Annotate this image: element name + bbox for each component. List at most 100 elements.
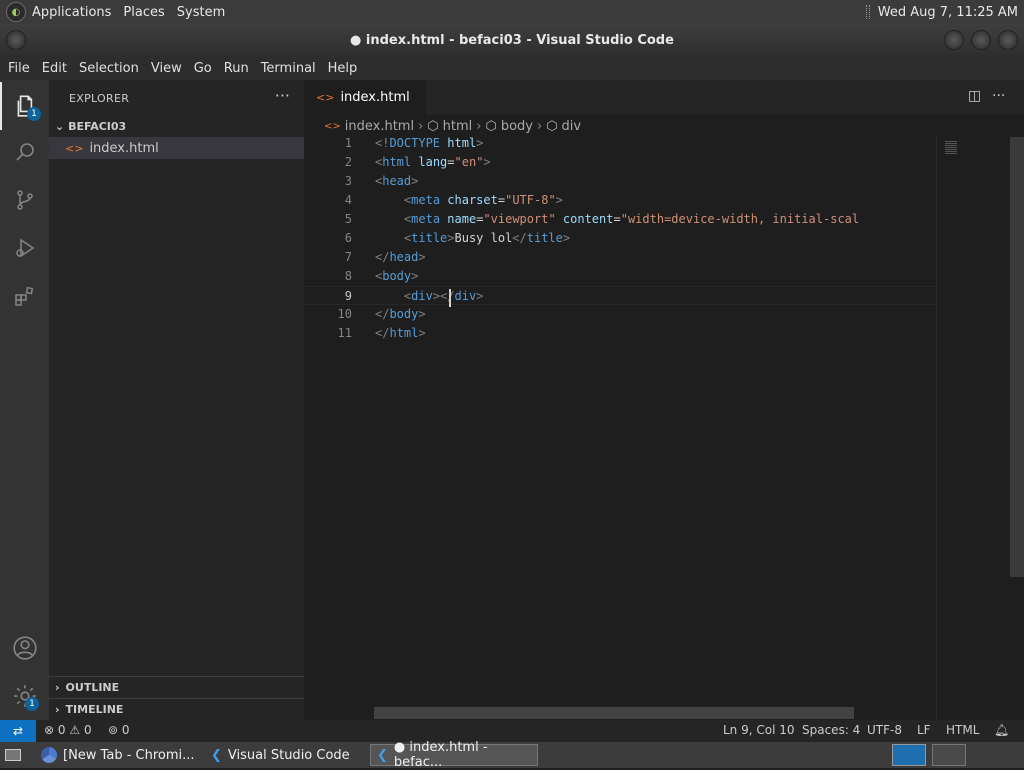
menu-edit[interactable]: Edit	[36, 61, 73, 76]
code-line[interactable]: 2 <html lang="en">	[304, 153, 936, 172]
line-number: 9	[344, 289, 352, 303]
explorer-title: EXPLORER	[69, 92, 130, 105]
line-number: 7	[344, 250, 352, 264]
file-tree-item-label: index.html	[89, 140, 159, 156]
menu-help[interactable]: Help	[322, 61, 364, 76]
system-menu[interactable]: System	[171, 5, 231, 20]
taskbar-item-vscode[interactable]: ❮ Visual Studio Code	[204, 744, 364, 766]
menu-file[interactable]: File	[2, 61, 36, 76]
code-line[interactable]: 3 <head>	[304, 172, 936, 191]
menu-selection[interactable]: Selection	[73, 61, 145, 76]
line-number: 8	[344, 269, 352, 283]
clock[interactable]: Wed Aug 7, 11:25 AM	[878, 5, 1018, 20]
error-count: 0	[57, 723, 66, 737]
file-tree-item[interactable]: <> index.html	[49, 137, 304, 159]
more-actions-icon[interactable]: ···	[992, 88, 1005, 104]
show-desktop-icon[interactable]	[2, 744, 24, 766]
code-line[interactable]: 11 </html>	[304, 324, 936, 343]
warning-count: 0	[83, 723, 92, 737]
workspace-switcher-2[interactable]	[932, 744, 966, 766]
distro-logo-icon[interactable]: ◐	[6, 2, 26, 22]
code-line[interactable]: 10 </body>	[304, 305, 936, 324]
menubar: File Edit Selection View Go Run Terminal…	[0, 56, 1024, 80]
code-editor[interactable]: 1 <!DOCTYPE html> 2 <html lang="en"> 3 <head>…	[304, 134, 1024, 720]
taskbar-item-chromium[interactable]: [New Tab - Chromi...	[34, 744, 200, 766]
run-debug-icon[interactable]	[0, 224, 49, 272]
language-mode[interactable]: HTML	[946, 723, 979, 737]
code-line[interactable]: 6 <title>Busy lol</title>	[304, 229, 936, 248]
code-line[interactable]: 4 <meta charset="UTF-8">	[304, 191, 936, 210]
breadcrumb-item[interactable]: body	[501, 119, 533, 134]
menu-go[interactable]: Go	[188, 61, 218, 76]
vertical-scrollbar[interactable]	[1010, 137, 1024, 577]
status-bar: ⇄ ⊗ 0 ⚠ 0 ⊚ 0 Ln 9, Col 10 Spaces: 4 UTF…	[0, 720, 1024, 742]
places-menu[interactable]: Places	[117, 5, 170, 20]
line-number: 10	[337, 307, 352, 321]
remote-indicator-icon[interactable]: ⇄	[0, 720, 36, 742]
breadcrumb-item[interactable]: div	[562, 119, 582, 134]
code-text: <meta charset="UTF-8">	[403, 193, 563, 207]
code-line[interactable]: 1 <!DOCTYPE html>	[304, 134, 936, 153]
code-line[interactable]: 7 </head>	[304, 248, 936, 267]
text-cursor	[449, 289, 451, 307]
symbol-icon: ⬡	[427, 118, 439, 134]
workspace-switcher[interactable]	[892, 744, 926, 766]
horizontal-scrollbar[interactable]	[374, 707, 854, 719]
code-line[interactable]: 9 <div></div>	[304, 286, 936, 305]
breadcrumb-item[interactable]: index.html	[345, 119, 414, 134]
line-ending[interactable]: LF	[917, 723, 931, 737]
cursor-position[interactable]: Ln 9, Col 10	[723, 723, 795, 737]
problems-indicator[interactable]: ⊗ 0 ⚠ 0	[44, 723, 92, 737]
menu-terminal[interactable]: Terminal	[255, 61, 322, 76]
explorer-icon[interactable]: 1	[0, 82, 49, 130]
search-icon[interactable]	[0, 128, 49, 176]
timeline-section[interactable]: › TIMELINE	[49, 698, 304, 720]
top-panel: ◐ Applications Places System Wed Aug 7, …	[0, 0, 1024, 24]
code-line[interactable]: 5 <meta name="viewport" content="width=d…	[304, 210, 936, 229]
applications-menu[interactable]: Applications	[26, 5, 117, 20]
tab-label: index.html	[340, 90, 410, 105]
activity-bar: 1 1	[0, 80, 49, 720]
window-menu-button[interactable]	[6, 30, 26, 50]
code-text: <div></div>	[403, 289, 484, 303]
menu-view[interactable]: View	[145, 61, 188, 76]
encoding[interactable]: UTF-8	[867, 723, 902, 737]
code-text: <html lang="en">	[375, 155, 491, 169]
breadcrumb-item[interactable]: html	[443, 119, 473, 134]
explorer-badge: 1	[27, 107, 41, 121]
line-number: 1	[344, 136, 352, 150]
code-text: <meta name="viewport" content="width=dev…	[403, 212, 860, 226]
outline-section[interactable]: › OUTLINE	[49, 676, 304, 698]
chevron-right-icon: ›	[55, 681, 60, 694]
ports-indicator[interactable]: ⊚ 0	[108, 723, 130, 737]
extensions-icon[interactable]	[0, 272, 49, 320]
window-title: ● index.html - befaci03 - Visual Studio …	[350, 32, 674, 48]
taskbar-item-label: Visual Studio Code	[227, 747, 350, 763]
menu-run[interactable]: Run	[218, 61, 255, 76]
maximize-button[interactable]	[971, 30, 991, 50]
explorer-more-actions[interactable]: ···	[275, 86, 290, 105]
code-text: </html>	[375, 326, 426, 340]
chevron-right-icon: ›	[536, 118, 543, 134]
editor-tabs: <> index.html ◫ ···	[304, 80, 1024, 115]
split-editor-icon[interactable]: ◫	[968, 88, 981, 104]
code-text: <body>	[375, 269, 419, 283]
minimize-button[interactable]	[944, 30, 964, 50]
workspace-folder[interactable]: ⌄ BEFACI03	[55, 120, 126, 133]
line-number: 2	[344, 155, 352, 169]
workspace-folder-label: BEFACI03	[68, 120, 127, 133]
account-icon[interactable]	[0, 624, 49, 672]
taskbar: [New Tab - Chromi... ❮ Visual Studio Cod…	[0, 740, 1024, 770]
timeline-label: TIMELINE	[65, 703, 124, 716]
code-line[interactable]: 8 <body>	[304, 267, 936, 286]
source-control-icon[interactable]	[0, 176, 49, 224]
taskbar-item-index-html[interactable]: ❮ ● index.html - befac...	[370, 740, 538, 770]
notifications-bell-icon[interactable]: 🔔︎	[994, 723, 1009, 737]
close-button[interactable]	[998, 30, 1018, 50]
manage-gear-icon[interactable]: 1	[0, 672, 49, 720]
line-number: 5	[344, 212, 352, 226]
tab-index-html[interactable]: <> index.html	[304, 80, 426, 115]
code-text: <title>Busy lol</title>	[403, 231, 571, 245]
indentation[interactable]: Spaces: 4	[802, 723, 860, 737]
taskbar-item-label: ● index.html - befac...	[393, 740, 488, 770]
